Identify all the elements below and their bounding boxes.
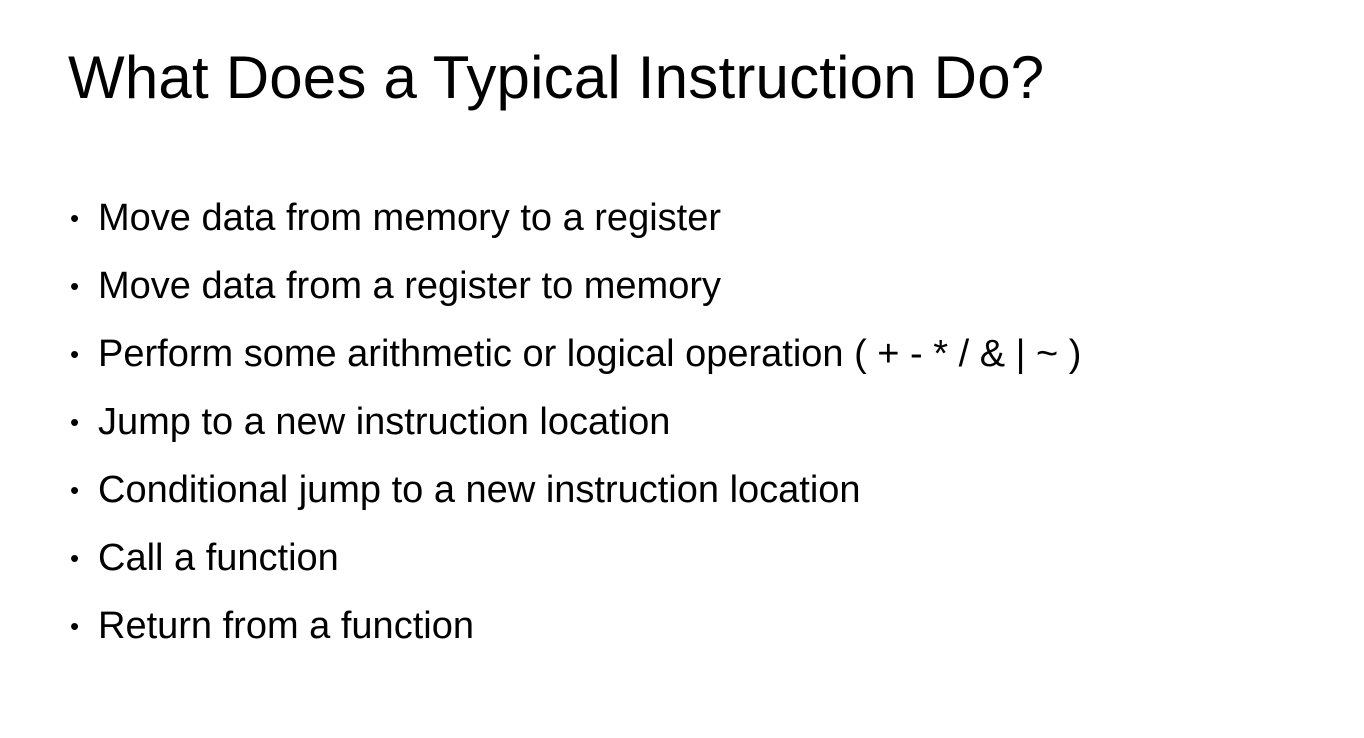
bullet-icon: • xyxy=(70,611,80,641)
list-item: • Move data from memory to a register xyxy=(70,186,1081,254)
list-item: • Move data from a register to memory xyxy=(70,254,1081,322)
list-item: • Perform some arithmetic or logical oper… xyxy=(70,322,1081,390)
bullet-text: Call a function xyxy=(98,537,339,579)
bullet-icon: • xyxy=(70,543,80,573)
bullet-icon: • xyxy=(70,475,80,505)
bullet-text: Jump to a new instruction location xyxy=(98,401,671,443)
bullet-icon: • xyxy=(70,271,80,301)
slide: What Does a Typical Instruction Do? • Mov… xyxy=(0,0,1364,738)
slide-title: What Does a Typical Instruction Do? xyxy=(68,44,1045,111)
bullet-icon: • xyxy=(70,203,80,233)
list-item: • Jump to a new instruction location xyxy=(70,390,1081,458)
bullet-icon: • xyxy=(70,407,80,437)
bullet-text: Move data from a register to memory xyxy=(98,265,721,307)
bullet-text: Conditional jump to a new instruction lo… xyxy=(98,469,861,511)
bullet-text: Return from a function xyxy=(98,605,474,647)
list-item: • Call a function xyxy=(70,526,1081,594)
list-item: • Return from a function xyxy=(70,594,1081,662)
bullet-list: • Move data from memory to a register • Mo… xyxy=(70,186,1081,662)
bullet-text: Move data from memory to a register xyxy=(98,197,721,239)
bullet-text: Perform some arithmetic or logical opera… xyxy=(98,333,1082,375)
bullet-icon: • xyxy=(70,339,80,369)
list-item: • Conditional jump to a new instruction l… xyxy=(70,458,1081,526)
